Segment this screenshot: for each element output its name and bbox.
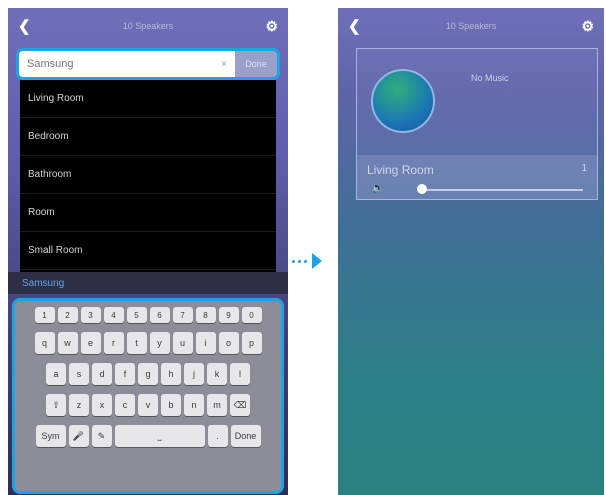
shift-key[interactable]: ⇧ <box>46 394 66 416</box>
key[interactable]: f <box>115 363 135 385</box>
key[interactable]: u <box>172 332 193 354</box>
keyboard: 1 2 3 4 5 6 7 8 9 0 q w e r t y u i o p … <box>12 298 284 494</box>
gear-icon[interactable]: ⚙ <box>581 18 594 35</box>
key[interactable]: w <box>57 332 78 354</box>
key[interactable]: x <box>92 394 112 416</box>
search-bar: Samsung × Done <box>16 48 280 80</box>
key[interactable]: d <box>92 363 112 385</box>
now-playing-text: No Music <box>471 73 509 83</box>
key[interactable]: i <box>195 332 216 354</box>
search-input-value: Samsung <box>27 58 74 70</box>
space-key[interactable]: ⎵ <box>114 425 205 447</box>
key[interactable]: e <box>80 332 101 354</box>
top-bar: ❮ 10 Speakers ⚙ <box>338 8 604 44</box>
top-bar: ❮ 10 Speakers ⚙ <box>8 8 288 44</box>
key[interactable]: 9 <box>218 307 239 323</box>
zone-count: 1 <box>581 163 587 174</box>
keyboard-row-2: a s d f g h j k l <box>19 363 277 385</box>
done-button[interactable]: Done <box>235 51 277 77</box>
key[interactable]: b <box>161 394 181 416</box>
screen-title: 10 Speakers <box>445 21 497 31</box>
key[interactable]: c <box>115 394 135 416</box>
key[interactable]: l <box>230 363 250 385</box>
back-icon[interactable]: ❮ <box>348 17 361 35</box>
key[interactable]: q <box>34 332 55 354</box>
dropdown-item[interactable]: Bathroom <box>20 156 276 194</box>
album-art <box>371 69 435 133</box>
key[interactable]: 7 <box>172 307 193 323</box>
key[interactable]: 1 <box>34 307 55 323</box>
zone-name: Living Room <box>367 163 434 177</box>
speaker-icon[interactable]: 🔈 <box>371 181 385 194</box>
screen-title: 10 Speakers <box>122 21 174 31</box>
volume-slider-handle[interactable] <box>417 184 427 194</box>
keyboard-row-1: q w e r t y u i o p <box>19 332 277 354</box>
pen-icon[interactable]: ✎ <box>91 425 112 447</box>
room-dropdown: Living Room Bedroom Bathroom Room Small … <box>20 80 276 272</box>
clear-icon[interactable]: × <box>221 59 227 70</box>
search-input[interactable]: Samsung × <box>19 51 235 77</box>
dropdown-item[interactable]: Bedroom <box>20 118 276 156</box>
key[interactable]: 2 <box>57 307 78 323</box>
key[interactable]: 6 <box>149 307 170 323</box>
key[interactable]: g <box>138 363 158 385</box>
key[interactable]: t <box>126 332 147 354</box>
key[interactable]: 0 <box>241 307 262 323</box>
key[interactable]: v <box>138 394 158 416</box>
done-key[interactable]: Done <box>230 425 261 447</box>
zone-row[interactable]: Living Room 1 🔈 <box>357 155 597 199</box>
speaker-card[interactable]: No Music Living Room 1 🔈 <box>356 48 598 200</box>
key[interactable]: 4 <box>103 307 124 323</box>
key[interactable]: n <box>184 394 204 416</box>
keyboard-row-3: ⇧ z x c v b n m ⌫ <box>19 394 277 416</box>
dropdown-item[interactable]: Room <box>20 194 276 232</box>
right-screen: ❮ 10 Speakers ⚙ No Music Living Room 1 🔈 <box>338 8 604 495</box>
dropdown-item[interactable]: Small Room <box>20 232 276 270</box>
key[interactable]: y <box>149 332 170 354</box>
period-key[interactable]: . <box>207 425 228 447</box>
back-icon[interactable]: ❮ <box>18 17 31 35</box>
key[interactable]: m <box>207 394 227 416</box>
suggestion-bar[interactable]: Samsung <box>8 272 288 294</box>
key[interactable]: 5 <box>126 307 147 323</box>
keyboard-bottom-row: Sym 🎤 ✎ ⎵ . Done <box>19 425 277 447</box>
key[interactable]: j <box>184 363 204 385</box>
key[interactable]: k <box>207 363 227 385</box>
key[interactable]: 8 <box>195 307 216 323</box>
left-screen: ❮ 10 Speakers ⚙ Samsung × Done Living Ro… <box>8 8 288 495</box>
volume-slider[interactable] <box>419 189 583 191</box>
gear-icon[interactable]: ⚙ <box>265 18 278 35</box>
transition-arrow-icon <box>292 253 322 269</box>
sym-key[interactable]: Sym <box>35 425 66 447</box>
key[interactable]: a <box>46 363 66 385</box>
dropdown-item[interactable]: Living Room <box>20 80 276 118</box>
key[interactable]: 3 <box>80 307 101 323</box>
mic-icon[interactable]: 🎤 <box>68 425 89 447</box>
suggestion-text: Samsung <box>22 277 65 289</box>
key[interactable]: h <box>161 363 181 385</box>
key[interactable]: o <box>218 332 239 354</box>
key[interactable]: p <box>241 332 262 354</box>
keyboard-number-row: 1 2 3 4 5 6 7 8 9 0 <box>19 307 277 323</box>
key[interactable]: r <box>103 332 124 354</box>
backspace-key[interactable]: ⌫ <box>230 394 250 416</box>
key[interactable]: s <box>69 363 89 385</box>
key[interactable]: z <box>69 394 89 416</box>
